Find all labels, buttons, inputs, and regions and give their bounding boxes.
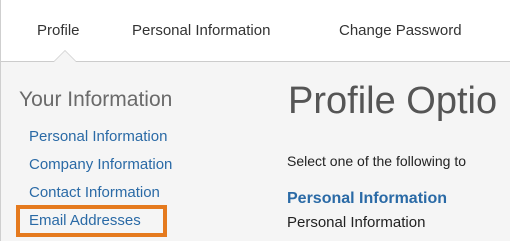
tab-personal-information[interactable]: Personal Information: [132, 22, 270, 39]
top-navigation: Profile Personal Information Change Pass…: [1, 0, 510, 62]
page-description: Select one of the following to: [287, 153, 467, 169]
sidebar-link-company-information[interactable]: Company Information: [29, 156, 172, 173]
section-heading-personal-information[interactable]: Personal Information: [287, 190, 447, 208]
section-text-personal-information: Personal Information: [287, 214, 426, 231]
highlight-box: [16, 205, 167, 237]
tab-change-password[interactable]: Change Password: [339, 22, 462, 39]
sidebar-link-personal-information[interactable]: Personal Information: [29, 128, 167, 145]
tab-profile[interactable]: Profile: [37, 22, 80, 39]
sidebar-link-contact-information[interactable]: Contact Information: [29, 184, 160, 201]
page-title: Profile Optio: [288, 80, 498, 122]
page-frame: Profile Personal Information Change Pass…: [0, 0, 510, 241]
sidebar-title: Your Information: [19, 88, 173, 111]
active-tab-indicator: [53, 50, 77, 62]
